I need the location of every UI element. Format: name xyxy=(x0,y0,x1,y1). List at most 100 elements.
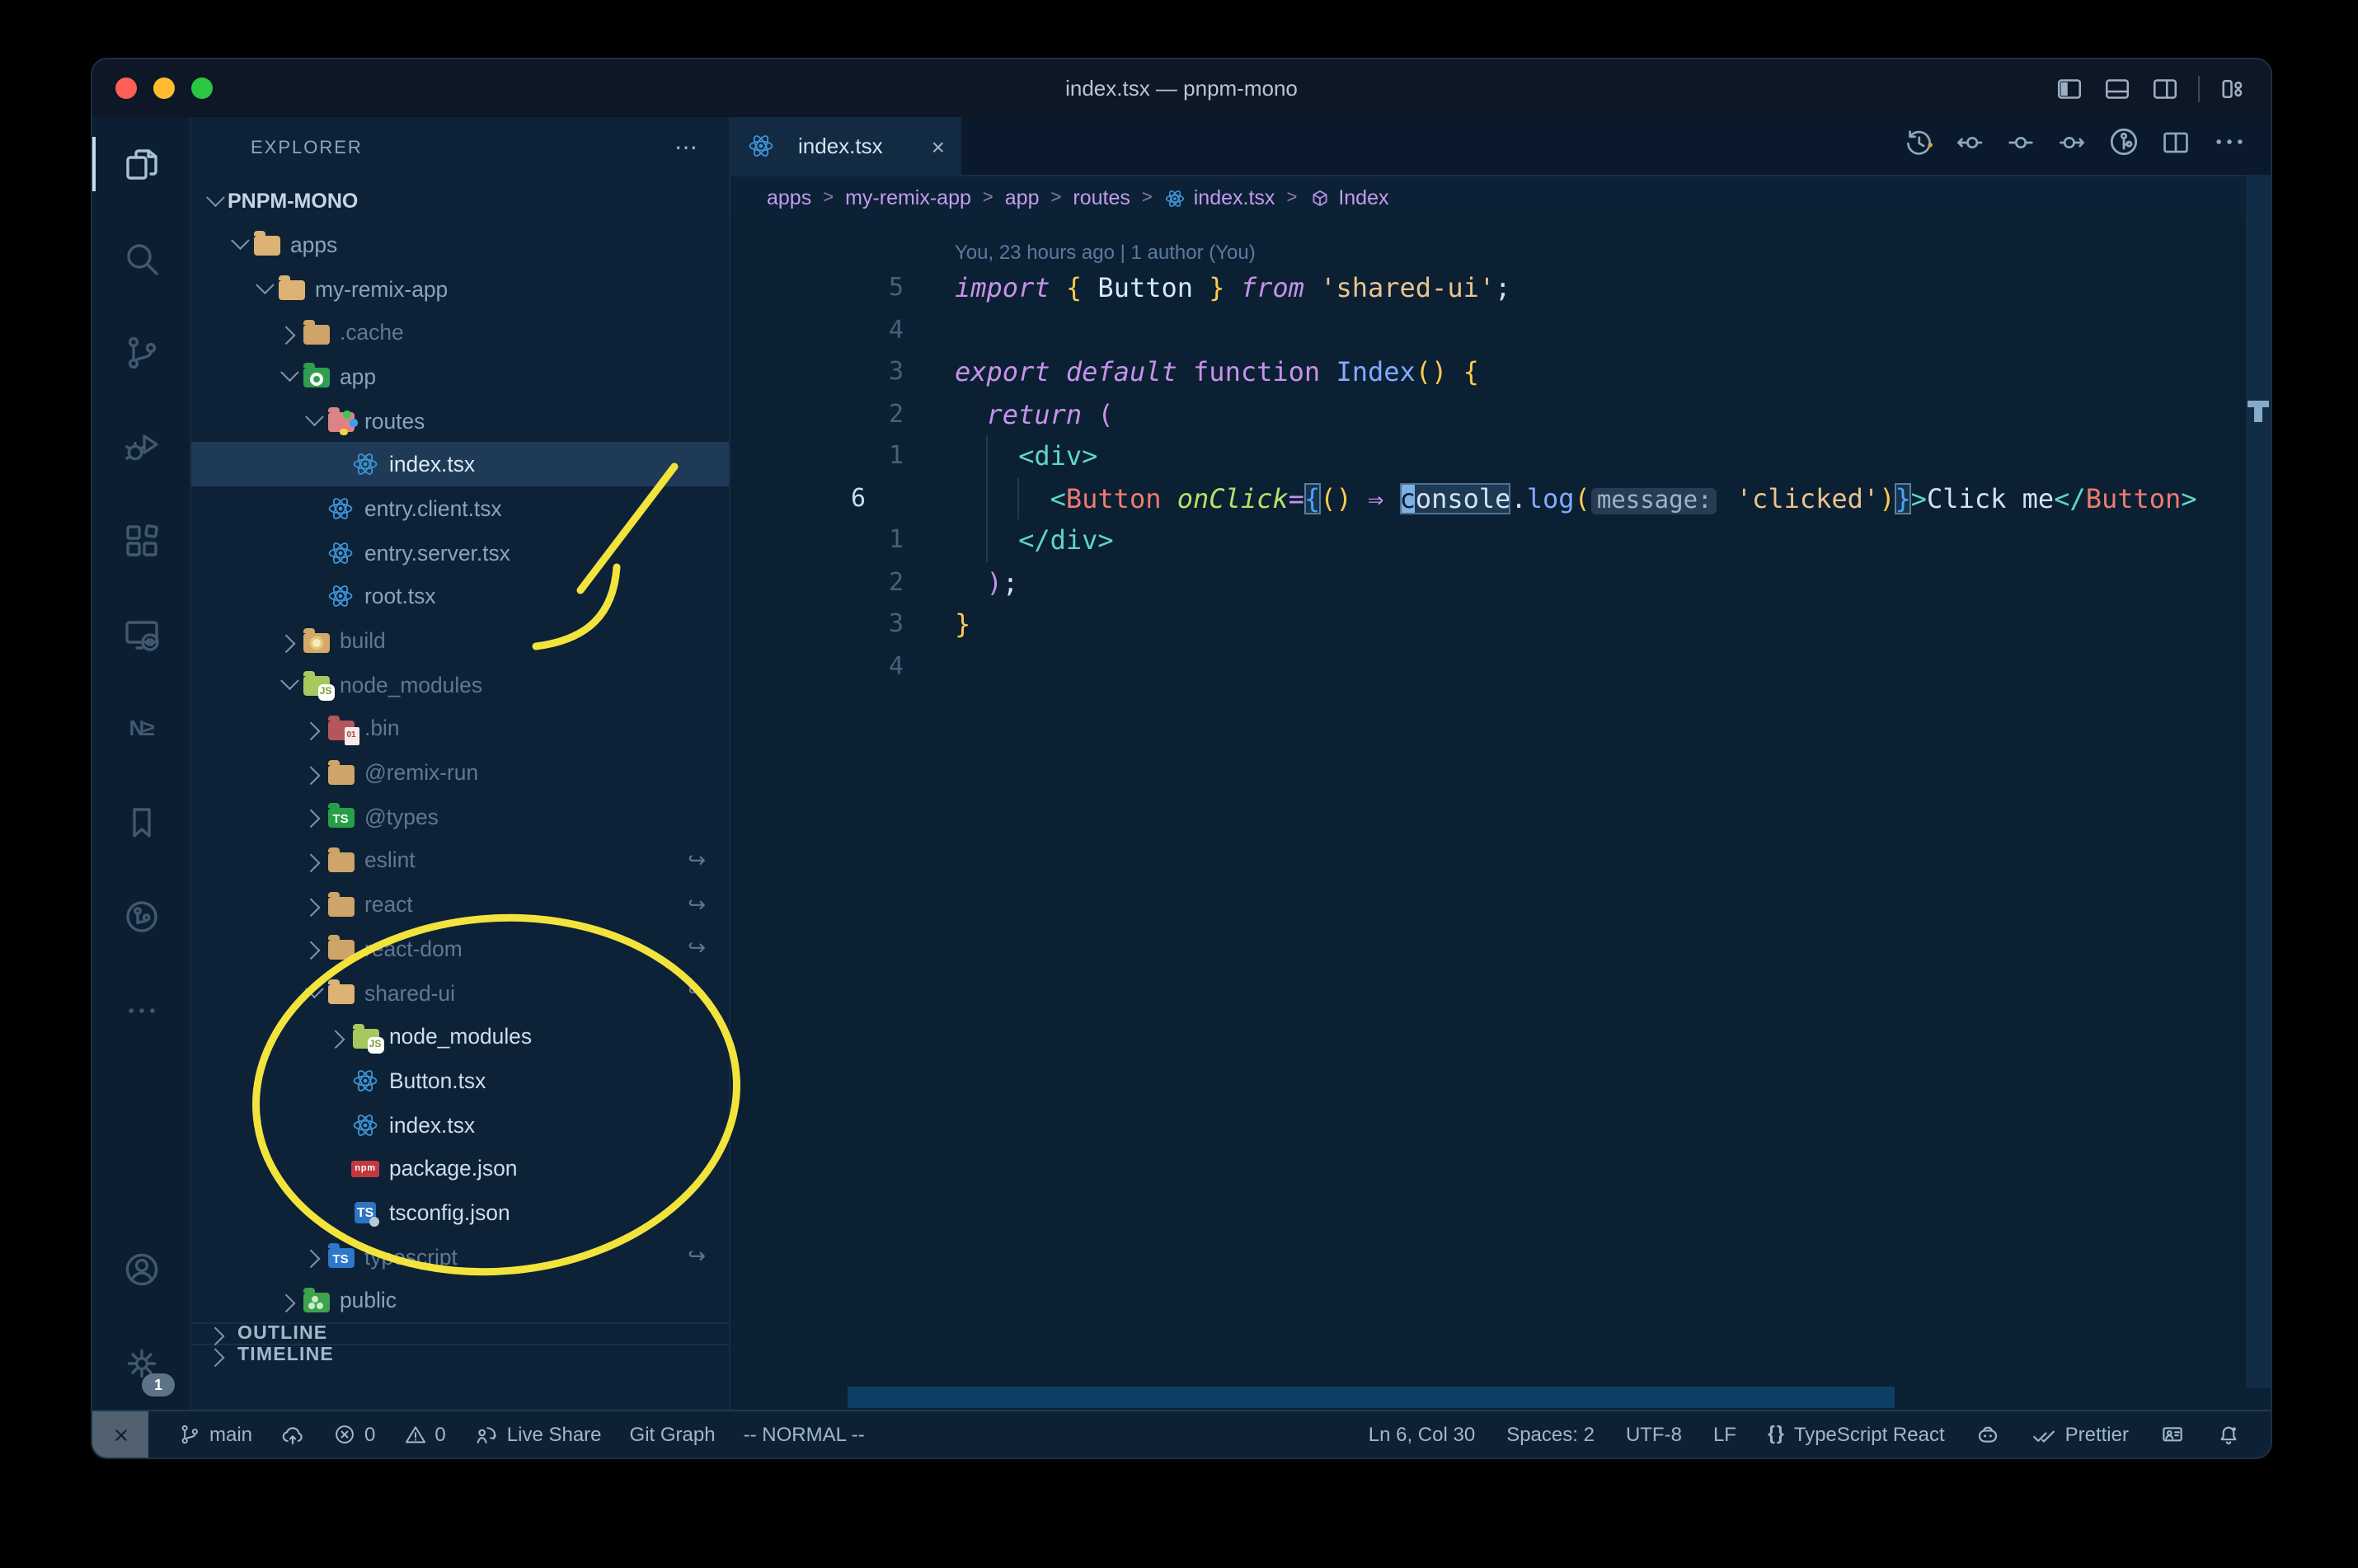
code-line[interactable]: 3} xyxy=(730,603,2271,646)
statusbar-item-sync[interactable] xyxy=(280,1422,305,1447)
chevron-right-icon xyxy=(204,1348,231,1368)
close-window-button[interactable] xyxy=(115,77,137,99)
tree-item-shared-ui[interactable]: shared-ui ↪ xyxy=(191,970,729,1014)
tree-item-eslint[interactable]: eslint ↪ xyxy=(191,838,729,882)
more-actions-icon[interactable] xyxy=(2211,124,2248,168)
tree-item-types[interactable]: TS @types xyxy=(191,795,729,838)
next-change-icon[interactable] xyxy=(2056,126,2088,166)
section-timeline[interactable]: TIMELINE xyxy=(191,1344,729,1368)
tree-item-bin[interactable]: 01 .bin xyxy=(191,707,729,750)
breadcrumb-item-index-tsx[interactable]: index.tsx xyxy=(1164,186,1275,209)
code-line[interactable]: 4 xyxy=(730,309,2271,351)
workspace-root-row[interactable]: PNPM-MONO xyxy=(191,178,729,223)
tree-item-react[interactable]: react ↪ xyxy=(191,883,729,927)
git-graph-view-icon[interactable] xyxy=(2107,125,2140,167)
code-line[interactable]: 2 return ( xyxy=(730,393,2271,435)
section-outline[interactable]: OUTLINE xyxy=(191,1322,729,1346)
tree-item-package-json[interactable]: npm package.json xyxy=(191,1147,729,1190)
tab-index-tsx[interactable]: index.tsx × xyxy=(730,117,961,175)
statusbar-item-language-mode[interactable]: {} TypeScript React xyxy=(1768,1423,1945,1446)
statusbar-item-errors[interactable]: 0 xyxy=(333,1423,375,1446)
tree-item-react-dom[interactable]: react-dom ↪ xyxy=(191,927,729,970)
breadcrumb-item-my-remix-app[interactable]: my-remix-app xyxy=(845,186,971,209)
statusbar-item-git-graph[interactable]: Git Graph xyxy=(630,1423,716,1446)
breadcrumb-item-routes[interactable]: routes xyxy=(1073,186,1130,209)
activity-item-run-debug[interactable] xyxy=(92,399,190,493)
breadcrumb-item-index[interactable]: Index xyxy=(1308,186,1389,209)
current-change-icon[interactable] xyxy=(2005,126,2036,166)
breadcrumb-item-app[interactable]: app xyxy=(1005,186,1040,209)
code-line[interactable]: 4 xyxy=(730,646,2271,688)
statusbar-item-notifications[interactable] xyxy=(2216,1422,2241,1447)
tree-item-typescript[interactable]: TS typescript ↪ xyxy=(191,1235,729,1279)
tree-item-app[interactable]: app xyxy=(191,354,729,398)
item-label: routes xyxy=(364,408,425,434)
statusbar-item-formatter[interactable]: Prettier xyxy=(2032,1422,2129,1447)
activity-item-gitlens[interactable] xyxy=(92,869,190,963)
statusbar-item-eol[interactable]: LF xyxy=(1713,1423,1736,1446)
titlebar[interactable]: index.tsx — pnpm-mono xyxy=(92,59,2271,117)
code-line[interactable]: 1 <div> xyxy=(730,435,2271,477)
tree-item-entry-server-tsx[interactable]: entry.server.tsx xyxy=(191,531,729,575)
activity-item-more-views[interactable] xyxy=(92,963,190,1057)
chevron-right-icon xyxy=(300,810,326,829)
breadcrumb-item-apps[interactable]: apps xyxy=(767,186,811,209)
activity-item-nx-console[interactable]: N≥ xyxy=(92,681,190,775)
tree-item-remix-run[interactable]: @remix-run xyxy=(191,751,729,795)
tree-item-tsconfig-json[interactable]: TS tsconfig.json xyxy=(191,1190,729,1234)
tree-item-button-tsx[interactable]: Button.tsx xyxy=(191,1059,729,1102)
chevron-down-icon xyxy=(226,232,252,251)
statusbar-item-feedback[interactable] xyxy=(2160,1422,2185,1447)
code-line[interactable]: 3 export default function Index() { xyxy=(730,351,2271,393)
tree-item-routes[interactable]: routes xyxy=(191,399,729,443)
tree-item-index-tsx[interactable]: index.tsx xyxy=(191,442,729,487)
close-tab-icon[interactable]: × xyxy=(932,133,945,159)
statusbar-item-encoding[interactable]: UTF-8 xyxy=(1626,1423,1682,1446)
tree-item-index-tsx[interactable]: index.tsx xyxy=(191,1103,729,1147)
activity-item-bookmarks[interactable] xyxy=(92,775,190,869)
timeline-history-icon[interactable] xyxy=(1903,126,1934,166)
tree-item-cache[interactable]: .cache xyxy=(191,311,729,354)
toggle-sidebar-left-icon[interactable] xyxy=(2055,73,2084,103)
tree-item-my-remix-app[interactable]: my-remix-app xyxy=(191,266,729,310)
statusbar-item-live-share[interactable]: Live Share xyxy=(474,1422,602,1447)
code-editor[interactable]: 5 import { Button } from 'shared-ui'; 4 3 ex… xyxy=(730,267,2271,1410)
tree-item-node-modules[interactable]: JS node_modules xyxy=(191,663,729,707)
tree-item-apps[interactable]: apps xyxy=(191,223,729,266)
activity-item-remote-explorer[interactable] xyxy=(92,587,190,681)
customize-layout-icon[interactable] xyxy=(2218,73,2248,103)
toggle-sidebar-right-icon[interactable] xyxy=(2150,73,2180,103)
previous-change-icon[interactable] xyxy=(1954,126,1985,166)
statusbar-item-cursor-position[interactable]: Ln 6, Col 30 xyxy=(1369,1423,1475,1446)
activity-item-explorer[interactable] xyxy=(92,117,190,211)
statusbar-item-indentation[interactable]: Spaces: 2 xyxy=(1506,1423,1595,1446)
activity-item-settings[interactable]: 1 xyxy=(92,1316,190,1410)
code-line[interactable]: 5 import { Button } from 'shared-ui'; xyxy=(730,267,2271,309)
horizontal-scrollbar[interactable] xyxy=(848,1387,1895,1408)
tree-item-build[interactable]: build xyxy=(191,618,729,662)
statusbar-item-copilot[interactable] xyxy=(1976,1422,2001,1447)
code-line[interactable]: 1 </div> xyxy=(730,519,2271,561)
statusbar-item-remote[interactable] xyxy=(92,1411,148,1458)
toggle-panel-icon[interactable] xyxy=(2102,73,2132,103)
activity-item-source-control[interactable] xyxy=(92,305,190,399)
statusbar-item-warnings[interactable]: 0 xyxy=(403,1423,446,1446)
vertical-scrollbar[interactable] xyxy=(2246,175,2271,1388)
statusbar-item-vim-mode[interactable]: -- NORMAL -- xyxy=(744,1423,865,1446)
gitlens-blame-annotation[interactable]: You, 23 hours ago | 1 author (You) xyxy=(730,219,2271,264)
tree-item-public[interactable]: public xyxy=(191,1279,729,1322)
tree-item-root-tsx[interactable]: root.tsx xyxy=(191,575,729,618)
code-line[interactable]: 6 <Button onClick={() ⇒ console.log(mess… xyxy=(730,477,2271,519)
minimize-window-button[interactable] xyxy=(153,77,175,99)
split-editor-icon[interactable] xyxy=(2160,126,2191,166)
views-and-more-actions-icon[interactable]: ⋯ xyxy=(674,134,699,162)
activity-item-extensions[interactable] xyxy=(92,493,190,587)
activity-item-accounts[interactable] xyxy=(92,1222,190,1316)
statusbar-item-branch[interactable]: main xyxy=(178,1423,252,1446)
tree-item-entry-client-tsx[interactable]: entry.client.tsx xyxy=(191,486,729,530)
tree-item-node-modules[interactable]: JS node_modules xyxy=(191,1015,729,1059)
code-line[interactable]: 2 ); xyxy=(730,561,2271,603)
activity-item-search[interactable] xyxy=(92,211,190,305)
zoom-window-button[interactable] xyxy=(191,77,213,99)
